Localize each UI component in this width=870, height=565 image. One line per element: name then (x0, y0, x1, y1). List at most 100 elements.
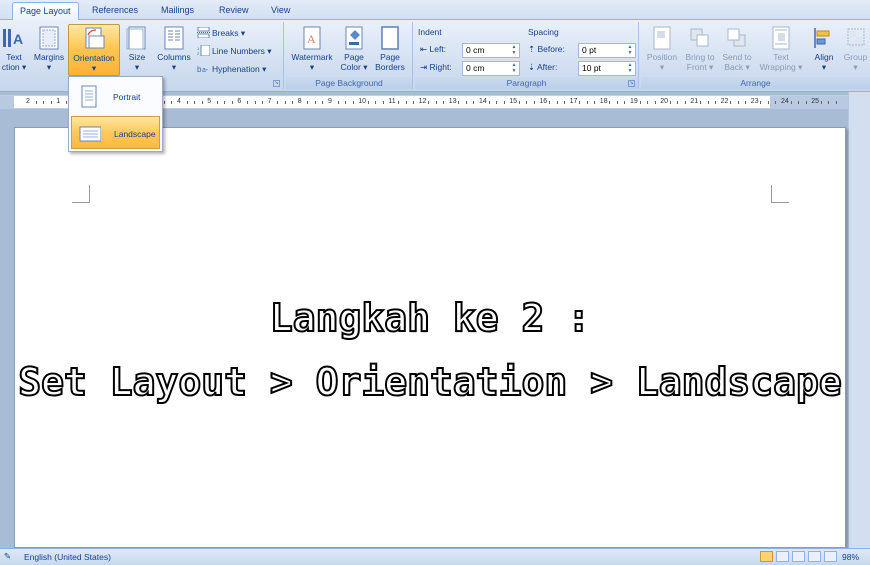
ruler-number: 11 (388, 98, 396, 105)
outline-view-icon[interactable] (808, 551, 821, 562)
text-direction-label-2: ction ▾ (1, 62, 27, 72)
page-color-button[interactable]: Page Color ▾ (338, 24, 370, 76)
tab-view[interactable]: View (264, 2, 297, 20)
align-button[interactable]: Align ▾ (810, 24, 838, 76)
ruler-number: 18 (599, 98, 608, 105)
ruler-number: 4 (177, 98, 181, 105)
spellcheck-icon[interactable]: ✎ (4, 551, 11, 562)
vertical-scrollbar[interactable] (848, 92, 870, 548)
paragraph-label: Paragraph (415, 77, 638, 89)
spin-arrows-icon[interactable]: ▲ ▼ (510, 44, 518, 57)
spin-arrows-icon[interactable]: ▲ ▼ (510, 62, 518, 75)
landscape-label: Landscape (114, 129, 156, 139)
spacing-before-input[interactable]: 0 pt ▲ ▼ (578, 43, 636, 58)
ruler-number: 2 (26, 98, 30, 105)
orientation-icon (85, 27, 105, 49)
send-to-back-icon (727, 28, 746, 47)
breaks-button[interactable]: Breaks ▾ (197, 25, 245, 41)
orientation-option-portrait[interactable]: Portrait (71, 80, 160, 113)
ruler-number: 24 (781, 98, 789, 105)
full-screen-view-icon[interactable] (776, 551, 789, 562)
position-button[interactable]: Position ▾ (643, 24, 681, 76)
send-to-back-button[interactable]: Send to Back ▾ (719, 24, 755, 76)
document-text-line-2: Set Layout > Orientation > Landscape (17, 359, 843, 405)
text-wrapping-label-1: Text (773, 52, 789, 62)
size-button[interactable]: Size ▾ (123, 24, 151, 76)
bring-to-front-button[interactable]: Bring to Front ▾ (682, 24, 718, 76)
orientation-dropdown: Portrait Landscape (68, 76, 163, 152)
ruler-number: 8 (297, 98, 302, 105)
ruler-number: 21 (690, 98, 699, 105)
size-label: Size (128, 52, 146, 62)
text-direction-button[interactable]: A Text ction ▾ (0, 24, 28, 76)
tab-review[interactable]: Review (212, 2, 256, 20)
document-text-line-1: Langkah ke 2 : (269, 295, 591, 341)
svg-text:2: 2 (197, 51, 200, 56)
text-direction-icon: A (3, 29, 23, 47)
tab-references[interactable]: References (85, 2, 145, 20)
group-label: Group (843, 52, 868, 62)
arrange-label: Arrange (641, 77, 870, 89)
web-layout-view-icon[interactable] (792, 551, 805, 562)
tab-page-layout[interactable]: Page Layout (12, 2, 79, 20)
svg-text:A: A (13, 31, 23, 47)
bring-to-front-label-2: Front ▾ (686, 62, 714, 72)
breaks-label: Breaks ▾ (212, 28, 246, 38)
paragraph-launcher-icon[interactable]: ↘ (628, 80, 635, 87)
page-borders-button[interactable]: Page Borders (372, 24, 408, 76)
landscape-page-icon (79, 126, 101, 142)
page-setup-launcher-icon[interactable]: ↘ (273, 80, 280, 87)
line-numbers-button[interactable]: 1 2 Line Numbers ▾ (197, 43, 272, 59)
ruler-number: 10 (358, 98, 366, 105)
group-paragraph: Indent ⇤ Left: 0 cm ▲ ▼ ⇥ Right: 0 cm ▲ ▼ Sp… (415, 22, 639, 89)
ruler-number: 17 (569, 98, 578, 105)
ruler-number: 20 (660, 98, 668, 105)
spin-arrows-icon[interactable]: ▲ ▼ (626, 44, 634, 57)
draft-view-icon[interactable] (824, 551, 837, 562)
hyphenation-label: Hyphenation ▾ (212, 64, 267, 74)
svg-text:A: A (307, 32, 316, 46)
spacing-after-input[interactable]: 10 pt ▲ ▼ (578, 61, 636, 76)
margins-icon (39, 26, 59, 50)
spacing-after-label: ⇣ After: (528, 62, 558, 72)
status-bar: ✎ English (United States) 98% (0, 548, 870, 565)
indent-left-label: ⇤ Left: (420, 44, 447, 54)
page-color-label-1: Page (344, 52, 364, 62)
columns-button[interactable]: Columns ▾ (154, 24, 194, 76)
print-layout-view-icon[interactable] (760, 551, 773, 562)
margins-button[interactable]: Margins ▾ (31, 24, 67, 76)
align-label: Align (814, 52, 834, 62)
spin-arrows-icon[interactable]: ▲ ▼ (626, 62, 634, 75)
tab-mailings[interactable]: Mailings (154, 2, 201, 20)
zoom-level[interactable]: 98% (842, 552, 859, 562)
spacing-before-label: ⇡ Before: (528, 44, 565, 54)
send-to-back-label-1: Send to (722, 52, 752, 62)
document-page[interactable]: Langkah ke 2 : Set Layout > Orientation … (14, 127, 846, 548)
text-wrapping-label-2: Wrapping ▾ (759, 62, 803, 72)
text-wrapping-button[interactable]: Text Wrapping ▾ (756, 24, 806, 76)
watermark-button[interactable]: A Watermark ▾ (288, 24, 336, 76)
ruler-number: 6 (237, 98, 242, 105)
hyphenation-button[interactable]: b a- Hyphenation ▾ (197, 61, 266, 77)
indent-right-input[interactable]: 0 cm ▲ ▼ (462, 61, 520, 76)
spacing-after-icon: ⇣ (528, 62, 538, 72)
group-arrange: Position ▾ Bring to Front ▾ Send to Back … (641, 22, 870, 89)
ribbon-tab-bar: Page Layout References Mailings Review V… (0, 0, 870, 20)
group-icon (847, 28, 864, 46)
ruler-number: 25 (811, 98, 819, 105)
orientation-button[interactable]: Orientation ▾ (68, 24, 120, 76)
ruler-number: 16 (539, 98, 548, 105)
margin-corner-mark (771, 185, 789, 203)
ruler-number: 14 (479, 98, 487, 105)
bring-to-front-icon (690, 28, 709, 47)
page-background-label: Page Background (286, 77, 412, 89)
language-status[interactable]: English (United States) (24, 552, 111, 562)
position-icon (653, 26, 671, 50)
orientation-option-landscape[interactable]: Landscape (71, 116, 160, 149)
breaks-icon (197, 27, 210, 38)
group-page-background: A Watermark ▾ Page Color ▾ Page Borders P… (286, 22, 413, 89)
bring-to-front-label-1: Bring to (685, 52, 715, 62)
page-borders-icon (381, 26, 399, 50)
group-button[interactable]: Group ▾ (841, 24, 870, 76)
indent-left-input[interactable]: 0 cm ▲ ▼ (462, 43, 520, 58)
